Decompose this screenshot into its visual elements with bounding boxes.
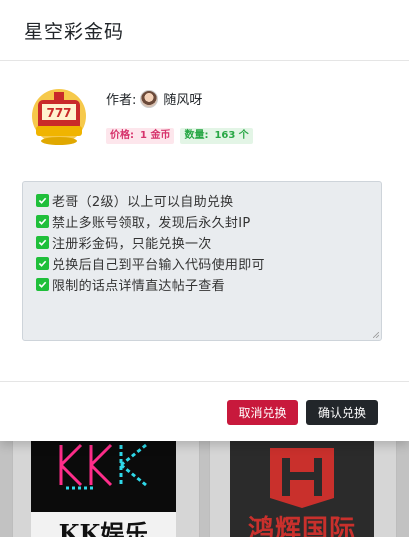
price-label: 价格: — [110, 130, 134, 141]
description-line: 兑换后自己到平台输入代码使用即可 — [36, 253, 381, 274]
description-text: 禁止多账号领取，发现后永久封IP — [52, 216, 251, 231]
description-line: 老哥（2级）以上可以自助兑换 — [36, 190, 381, 211]
quantity-label: 数量: — [184, 130, 209, 141]
product-image-kk: KK娱乐 — [31, 440, 176, 537]
description-line: 注册彩金码，只能兑换一次 — [36, 232, 381, 253]
quantity-badge: 数量: 163 个 — [180, 128, 253, 144]
check-icon — [36, 236, 49, 249]
check-icon — [36, 257, 49, 270]
check-icon — [36, 278, 49, 291]
author-row: 作者: 随风呀 — [106, 89, 202, 108]
product-image-hy: 鸿辉国际 — [230, 440, 374, 537]
avatar — [140, 89, 159, 108]
description-text: 注册彩金码，只能兑换一次 — [52, 237, 212, 252]
product-thumbnail: 777 — [32, 89, 86, 145]
badges: 价格: 1 金币 数量: 163 个 — [106, 128, 253, 144]
price-value: 1 金币 — [140, 130, 171, 141]
author-label: 作者: — [106, 93, 137, 108]
modal-header: 星空彩金码 — [0, 0, 409, 61]
exchange-modal: 星空彩金码 777 作者: 随风呀 价格: 1 金币 数量: 163 个 老哥（2级… — [0, 0, 409, 441]
hy-logo — [270, 448, 334, 508]
description-text: 限制的话点详情直达帖子查看 — [52, 279, 225, 294]
price-badge: 价格: 1 金币 — [106, 128, 175, 144]
resize-handle-icon[interactable] — [373, 332, 379, 338]
kk-neon-logo — [59, 443, 147, 490]
check-icon — [36, 194, 49, 207]
check-icon — [36, 215, 49, 228]
author-name[interactable]: 随风呀 — [163, 89, 202, 108]
modal-title: 星空彩金码 — [24, 20, 125, 43]
confirm-exchange-button[interactable]: 确认兑换 — [306, 400, 378, 425]
cancel-exchange-button[interactable]: 取消兑换 — [227, 400, 298, 425]
modal-footer: 取消兑换 确认兑换 — [0, 381, 409, 441]
description-text: 兑换后自己到平台输入代码使用即可 — [52, 258, 265, 273]
card-title: 鸿辉国际 — [247, 515, 356, 537]
description-line: 禁止多账号领取，发现后永久封IP — [36, 211, 381, 232]
quantity-value: 163 个 — [214, 130, 249, 141]
product-info: 777 作者: 随风呀 价格: 1 金币 数量: 163 个 — [0, 62, 409, 167]
description-textarea[interactable]: 老哥（2级）以上可以自助兑换 禁止多账号领取，发现后永久封IP 注册彩金码，只能… — [22, 181, 382, 341]
svg-text:777: 777 — [46, 106, 71, 120]
description-line: 限制的话点详情直达帖子查看 — [36, 274, 381, 295]
card-title: KK娱乐 — [58, 518, 149, 537]
description-text: 老哥（2级）以上可以自助兑换 — [52, 195, 234, 210]
